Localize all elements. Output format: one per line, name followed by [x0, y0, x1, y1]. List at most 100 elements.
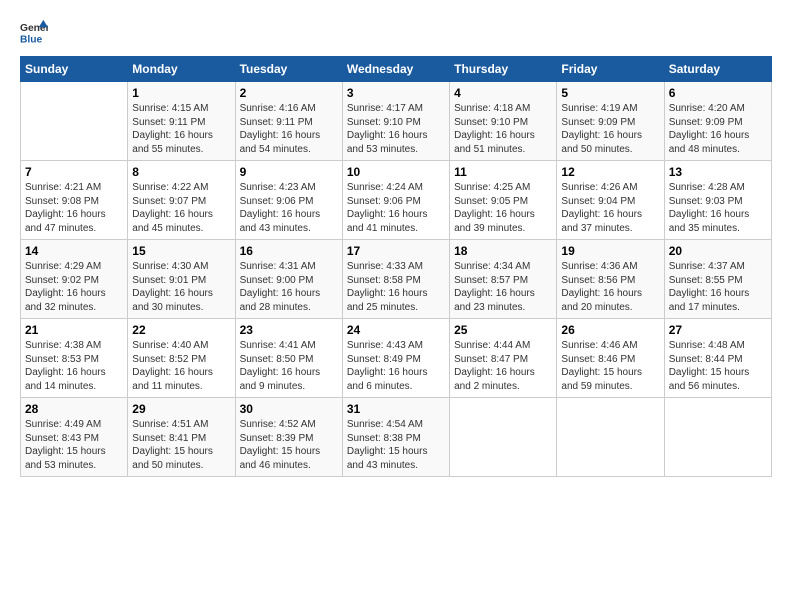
day-number: 2 [240, 86, 338, 100]
day-number: 13 [669, 165, 767, 179]
day-number: 11 [454, 165, 552, 179]
calendar-week-row: 28 Sunrise: 4:49 AMSunset: 8:43 PMDayligh… [21, 398, 772, 477]
calendar-cell: 6 Sunrise: 4:20 AMSunset: 9:09 PMDaylight… [664, 82, 771, 161]
day-number: 5 [561, 86, 659, 100]
calendar-week-row: 14 Sunrise: 4:29 AMSunset: 9:02 PMDayligh… [21, 240, 772, 319]
day-number: 26 [561, 323, 659, 337]
day-info: Sunrise: 4:34 AMSunset: 8:57 PMDaylight:… [454, 260, 552, 314]
day-number: 8 [132, 165, 230, 179]
day-number: 4 [454, 86, 552, 100]
day-info: Sunrise: 4:15 AMSunset: 9:11 PMDaylight:… [132, 102, 230, 156]
day-info: Sunrise: 4:25 AMSunset: 9:05 PMDaylight:… [454, 181, 552, 235]
day-number: 22 [132, 323, 230, 337]
day-info: Sunrise: 4:33 AMSunset: 8:58 PMDaylight:… [347, 260, 445, 314]
day-info: Sunrise: 4:31 AMSunset: 9:00 PMDaylight:… [240, 260, 338, 314]
day-info: Sunrise: 4:54 AMSunset: 8:38 PMDaylight:… [347, 418, 445, 472]
day-number: 16 [240, 244, 338, 258]
page: General Blue SundayMondayTuesdayWednesda… [0, 0, 792, 487]
calendar-week-row: 7Sunrise: 4:21 AMSunset: 9:08 PMDaylight… [21, 161, 772, 240]
weekday-header: Wednesday [342, 57, 449, 82]
day-number: 10 [347, 165, 445, 179]
day-info: Sunrise: 4:49 AMSunset: 8:43 PMDaylight:… [25, 418, 123, 472]
calendar-cell: 23 Sunrise: 4:41 AMSunset: 8:50 PMDayligh… [235, 319, 342, 398]
weekday-header: Saturday [664, 57, 771, 82]
day-number: 23 [240, 323, 338, 337]
day-number: 25 [454, 323, 552, 337]
day-number: 29 [132, 402, 230, 416]
day-info: Sunrise: 4:37 AMSunset: 8:55 PMDaylight:… [669, 260, 767, 314]
calendar-cell [664, 398, 771, 477]
calendar-cell: 30 Sunrise: 4:52 AMSunset: 8:39 PMDayligh… [235, 398, 342, 477]
calendar-cell: 28 Sunrise: 4:49 AMSunset: 8:43 PMDayligh… [21, 398, 128, 477]
svg-text:Blue: Blue [20, 34, 43, 45]
day-info: Sunrise: 4:28 AMSunset: 9:03 PMDaylight:… [669, 181, 767, 235]
calendar-cell: 21Sunrise: 4:38 AMSunset: 8:53 PMDayligh… [21, 319, 128, 398]
day-number: 19 [561, 244, 659, 258]
calendar-cell: 31 Sunrise: 4:54 AMSunset: 8:38 PMDayligh… [342, 398, 449, 477]
weekday-header: Thursday [450, 57, 557, 82]
day-number: 14 [25, 244, 123, 258]
header: General Blue [20, 18, 772, 46]
day-number: 27 [669, 323, 767, 337]
calendar-cell: 25 Sunrise: 4:44 AMSunset: 8:47 PMDayligh… [450, 319, 557, 398]
calendar-week-row: 21Sunrise: 4:38 AMSunset: 8:53 PMDayligh… [21, 319, 772, 398]
day-info: Sunrise: 4:23 AMSunset: 9:06 PMDaylight:… [240, 181, 338, 235]
day-info: Sunrise: 4:26 AMSunset: 9:04 PMDaylight:… [561, 181, 659, 235]
calendar-cell: 16 Sunrise: 4:31 AMSunset: 9:00 PMDayligh… [235, 240, 342, 319]
day-info: Sunrise: 4:41 AMSunset: 8:50 PMDaylight:… [240, 339, 338, 393]
calendar-cell: 13 Sunrise: 4:28 AMSunset: 9:03 PMDayligh… [664, 161, 771, 240]
calendar-cell [557, 398, 664, 477]
day-info: Sunrise: 4:24 AMSunset: 9:06 PMDaylight:… [347, 181, 445, 235]
calendar-cell: 7Sunrise: 4:21 AMSunset: 9:08 PMDaylight… [21, 161, 128, 240]
calendar-cell: 22 Sunrise: 4:40 AMSunset: 8:52 PMDayligh… [128, 319, 235, 398]
day-number: 17 [347, 244, 445, 258]
calendar-cell: 3 Sunrise: 4:17 AMSunset: 9:10 PMDaylight… [342, 82, 449, 161]
day-number: 31 [347, 402, 445, 416]
calendar-cell: 17 Sunrise: 4:33 AMSunset: 8:58 PMDayligh… [342, 240, 449, 319]
day-info: Sunrise: 4:52 AMSunset: 8:39 PMDaylight:… [240, 418, 338, 472]
calendar-cell: 12 Sunrise: 4:26 AMSunset: 9:04 PMDayligh… [557, 161, 664, 240]
calendar-cell: 18Sunrise: 4:34 AMSunset: 8:57 PMDayligh… [450, 240, 557, 319]
calendar-week-row: 1 Sunrise: 4:15 AMSunset: 9:11 PMDaylight… [21, 82, 772, 161]
day-number: 3 [347, 86, 445, 100]
day-number: 1 [132, 86, 230, 100]
day-info: Sunrise: 4:20 AMSunset: 9:09 PMDaylight:… [669, 102, 767, 156]
day-info: Sunrise: 4:29 AMSunset: 9:02 PMDaylight:… [25, 260, 123, 314]
calendar-cell: 1 Sunrise: 4:15 AMSunset: 9:11 PMDaylight… [128, 82, 235, 161]
day-info: Sunrise: 4:48 AMSunset: 8:44 PMDaylight:… [669, 339, 767, 393]
calendar-table: SundayMondayTuesdayWednesdayThursdayFrid… [20, 56, 772, 477]
day-number: 28 [25, 402, 123, 416]
calendar-cell: 10 Sunrise: 4:24 AMSunset: 9:06 PMDayligh… [342, 161, 449, 240]
day-info: Sunrise: 4:30 AMSunset: 9:01 PMDaylight:… [132, 260, 230, 314]
day-number: 15 [132, 244, 230, 258]
calendar-cell [450, 398, 557, 477]
day-info: Sunrise: 4:16 AMSunset: 9:11 PMDaylight:… [240, 102, 338, 156]
calendar-cell: 11 Sunrise: 4:25 AMSunset: 9:05 PMDayligh… [450, 161, 557, 240]
day-number: 30 [240, 402, 338, 416]
day-info: Sunrise: 4:22 AMSunset: 9:07 PMDaylight:… [132, 181, 230, 235]
day-info: Sunrise: 4:40 AMSunset: 8:52 PMDaylight:… [132, 339, 230, 393]
day-info: Sunrise: 4:36 AMSunset: 8:56 PMDaylight:… [561, 260, 659, 314]
calendar-cell: 19 Sunrise: 4:36 AMSunset: 8:56 PMDayligh… [557, 240, 664, 319]
weekday-header: Sunday [21, 57, 128, 82]
weekday-header: Friday [557, 57, 664, 82]
calendar-cell: 15 Sunrise: 4:30 AMSunset: 9:01 PMDayligh… [128, 240, 235, 319]
calendar-cell: 4Sunrise: 4:18 AMSunset: 9:10 PMDaylight… [450, 82, 557, 161]
day-number: 6 [669, 86, 767, 100]
calendar-cell: 26 Sunrise: 4:46 AMSunset: 8:46 PMDayligh… [557, 319, 664, 398]
calendar-cell: 27 Sunrise: 4:48 AMSunset: 8:44 PMDayligh… [664, 319, 771, 398]
calendar-cell: 29 Sunrise: 4:51 AMSunset: 8:41 PMDayligh… [128, 398, 235, 477]
calendar-cell: 8 Sunrise: 4:22 AMSunset: 9:07 PMDaylight… [128, 161, 235, 240]
day-info: Sunrise: 4:51 AMSunset: 8:41 PMDaylight:… [132, 418, 230, 472]
day-info: Sunrise: 4:17 AMSunset: 9:10 PMDaylight:… [347, 102, 445, 156]
calendar-header-row: SundayMondayTuesdayWednesdayThursdayFrid… [21, 57, 772, 82]
day-number: 20 [669, 244, 767, 258]
calendar-cell: 9Sunrise: 4:23 AMSunset: 9:06 PMDaylight… [235, 161, 342, 240]
calendar-cell: 5 Sunrise: 4:19 AMSunset: 9:09 PMDaylight… [557, 82, 664, 161]
day-info: Sunrise: 4:44 AMSunset: 8:47 PMDaylight:… [454, 339, 552, 393]
day-info: Sunrise: 4:19 AMSunset: 9:09 PMDaylight:… [561, 102, 659, 156]
calendar-cell: 14 Sunrise: 4:29 AMSunset: 9:02 PMDayligh… [21, 240, 128, 319]
calendar-cell [21, 82, 128, 161]
day-number: 12 [561, 165, 659, 179]
day-info: Sunrise: 4:46 AMSunset: 8:46 PMDaylight:… [561, 339, 659, 393]
